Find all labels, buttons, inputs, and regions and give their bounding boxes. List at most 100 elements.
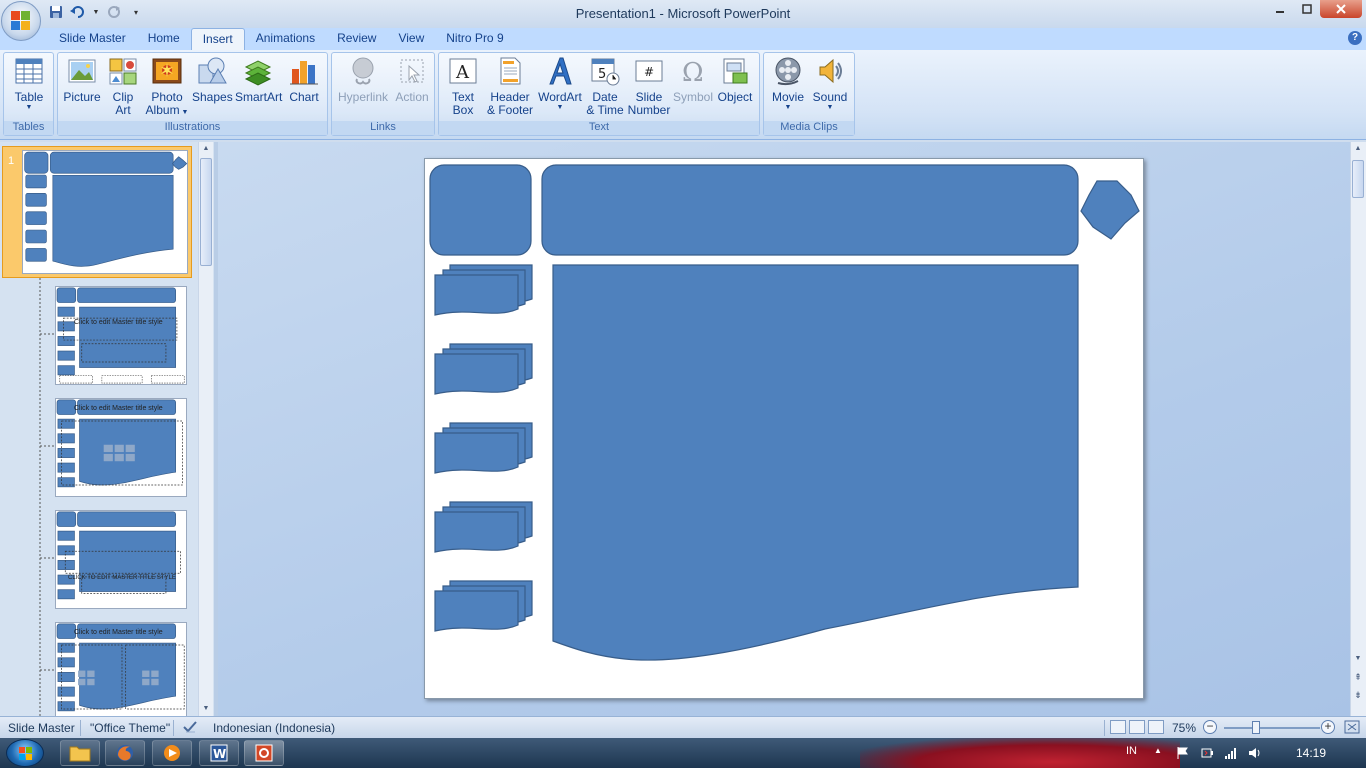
help-icon[interactable]: ?: [1348, 31, 1362, 45]
smartart-button[interactable]: SmartArt: [235, 55, 283, 104]
group-text: A Text Box Header & Footer WordArt ▼ 5 D…: [438, 52, 760, 136]
layout-thumbnail-section[interactable]: CLICK TO EDIT MASTER TITLE STYLE: [55, 510, 187, 609]
taskbar-firefox[interactable]: [105, 740, 145, 766]
photo-album-button[interactable]: Photo Album ▼: [144, 55, 190, 119]
clip-art-icon: [109, 58, 137, 85]
master-thumbnail[interactable]: [22, 150, 188, 274]
movie-label: Movie: [771, 90, 804, 104]
scroll-down-icon[interactable]: ▼: [199, 702, 213, 716]
tab-review[interactable]: Review: [326, 28, 387, 50]
date-time-button[interactable]: 5 Date & Time: [586, 55, 624, 117]
clock-time[interactable]: 14:19: [1296, 746, 1326, 768]
show-hidden-icons-icon[interactable]: ▲: [1154, 746, 1168, 760]
group-tables: Table ▼ Tables: [3, 52, 54, 136]
text-box-button[interactable]: A Text Box: [445, 55, 481, 117]
chevron-down-icon: ▼: [25, 104, 33, 111]
slide-show-view-button[interactable]: [1148, 720, 1164, 734]
tab-animations[interactable]: Animations: [245, 28, 326, 50]
close-button[interactable]: [1320, 0, 1362, 18]
symbol-button[interactable]: Ω Symbol: [673, 55, 713, 104]
picture-icon: [68, 59, 96, 83]
object-label: Object: [717, 90, 753, 104]
action-button[interactable]: Action: [392, 55, 432, 104]
action-center-flag-icon[interactable]: [1176, 746, 1190, 760]
tab-slide-master[interactable]: Slide Master: [48, 28, 137, 50]
normal-view-button[interactable]: [1110, 720, 1126, 734]
movie-button[interactable]: Movie ▼: [768, 55, 808, 112]
object-button[interactable]: Object: [715, 55, 755, 104]
tab-insert[interactable]: Insert: [190, 28, 245, 50]
media-player-icon: [164, 745, 180, 761]
scroll-up-icon[interactable]: ▲: [1351, 142, 1365, 156]
input-language[interactable]: IN: [1126, 745, 1137, 768]
wordart-button[interactable]: WordArt ▼: [537, 55, 583, 112]
office-button[interactable]: [1, 1, 41, 41]
slide-scrollbar[interactable]: ▲ ▼ ⇞ ⇟: [1350, 142, 1366, 716]
slide-master-canvas[interactable]: [424, 158, 1144, 699]
status-language[interactable]: Indonesian (Indonesia): [213, 721, 335, 735]
network-signal-icon[interactable]: [1224, 746, 1238, 760]
taskbar-explorer[interactable]: [60, 740, 100, 766]
scrollbar-thumb[interactable]: [1352, 160, 1364, 198]
layout-thumbnail-title[interactable]: Click to edit Master title style: [55, 286, 187, 385]
wordart-label: WordArt: [538, 90, 582, 104]
slide-sorter-view-button[interactable]: [1129, 720, 1145, 734]
smartart-label: SmartArt: [235, 90, 283, 104]
start-button[interactable]: [6, 739, 44, 767]
layout-thumbnail-content[interactable]: Click to edit Master title style: [55, 398, 187, 497]
layout-thumbnail-preview: [56, 399, 183, 488]
previous-slide-icon[interactable]: ⇞: [1351, 670, 1365, 684]
action-label: Action: [395, 90, 429, 104]
tab-home[interactable]: Home: [137, 28, 191, 50]
status-bar: Slide Master "Office Theme" Indonesian (…: [0, 716, 1366, 738]
power-icon[interactable]: [1200, 746, 1214, 760]
group-media-clips: Movie ▼ Sound ▼ Media Clips: [763, 52, 855, 136]
status-separator: [80, 720, 81, 736]
shapes-button[interactable]: Shapes: [192, 55, 233, 104]
film-reel-icon: [775, 57, 801, 86]
layout-thumbnail-two-content[interactable]: Click to edit Master title style: [55, 622, 187, 716]
sound-button[interactable]: Sound ▼: [810, 55, 850, 112]
document-stack-4: [434, 501, 533, 553]
taskbar-powerpoint[interactable]: [244, 740, 284, 766]
scroll-up-icon[interactable]: ▲: [199, 142, 213, 156]
zoom-slider[interactable]: [1224, 727, 1320, 729]
zoom-in-icon[interactable]: +: [1321, 720, 1335, 734]
scrollbar-thumb[interactable]: [200, 158, 212, 266]
group-label-text: Text: [439, 121, 759, 135]
chart-button[interactable]: Chart: [284, 55, 324, 104]
zoom-slider-handle[interactable]: [1252, 721, 1260, 734]
thumbnail-title-text: Click to edit Master title style: [74, 319, 163, 326]
content-placeholder-shape: [552, 264, 1079, 661]
header-footer-button[interactable]: Header & Footer: [485, 55, 535, 117]
group-illustrations: Picture Clip Art Photo Album ▼ Shapes Sm…: [57, 52, 328, 136]
zoom-level[interactable]: 75%: [1172, 721, 1196, 735]
speaker-icon: [819, 58, 842, 84]
taskbar-media-player[interactable]: [152, 740, 192, 766]
svg-text:Ω: Ω: [682, 58, 704, 87]
zoom-out-icon[interactable]: −: [1203, 720, 1217, 734]
master-thumbnail-preview: [24, 151, 187, 267]
windows-taskbar: W IN ▲ 14:19: [0, 738, 1366, 768]
next-slide-icon[interactable]: ⇟: [1351, 688, 1365, 702]
svg-text:W: W: [213, 747, 226, 761]
tab-nitro[interactable]: Nitro Pro 9: [435, 28, 514, 50]
thumbnail-title-text: Click to edit Master title style: [74, 629, 163, 636]
fit-to-window-icon[interactable]: [1344, 720, 1360, 734]
clip-art-button[interactable]: Clip Art: [106, 55, 140, 117]
folder-icon: [69, 746, 91, 762]
table-button[interactable]: Table ▼: [10, 55, 48, 112]
taskbar-word[interactable]: W: [199, 740, 239, 766]
minimize-button[interactable]: [1266, 0, 1293, 18]
tab-view[interactable]: View: [387, 28, 435, 50]
maximize-button[interactable]: [1293, 0, 1320, 18]
hyperlink-button[interactable]: Hyperlink: [335, 55, 391, 104]
clip-art-label-1: Clip: [112, 90, 134, 104]
svg-text:A: A: [455, 62, 470, 83]
volume-icon[interactable]: [1248, 746, 1262, 760]
thumbnail-scrollbar[interactable]: ▲ ▼: [198, 142, 213, 716]
slide-number-button[interactable]: # Slide Number: [627, 55, 671, 117]
spelling-check-icon[interactable]: [182, 719, 198, 735]
scroll-down-icon[interactable]: ▼: [1351, 652, 1365, 666]
picture-button[interactable]: Picture: [62, 55, 102, 104]
